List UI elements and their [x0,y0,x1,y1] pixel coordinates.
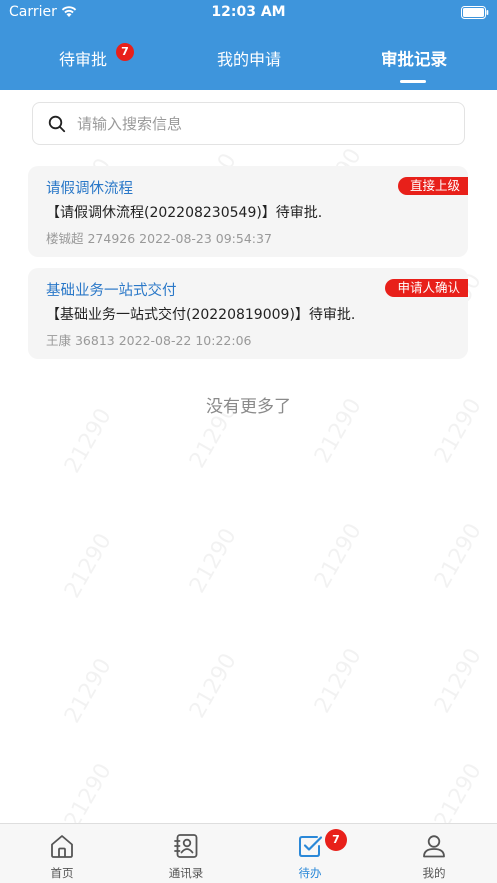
approval-record-card[interactable]: 基础业务一站式交付 申请人确认 【基础业务一站式交付(20220819009)】… [28,268,468,359]
todo-count-badge: 7 [325,829,347,851]
nav-label: 我的 [422,866,446,880]
search-box[interactable] [32,102,465,145]
watermark: 21290 [310,519,367,593]
record-description: 【请假调休流程(202208230549)】待审批. [46,205,323,221]
nav-label: 待办 [298,866,322,880]
record-meta: 王康 36813 2022-08-22 10:22:06 [46,333,252,348]
pending-count-badge: 7 [116,43,134,61]
active-tab-indicator [400,80,426,83]
home-icon [51,835,73,858]
record-meta: 楼铖超 274926 2022-08-23 09:54:37 [46,231,272,246]
record-title: 基础业务一站式交付 [46,283,177,299]
record-description: 【基础业务一站式交付(20220819009)】待审批. [46,307,356,323]
profile-icon [423,835,445,858]
nav-label: 通讯录 [168,866,204,880]
tab-my-applications[interactable]: 我的申请 [166,46,332,70]
tab-label: 我的申请 [216,50,281,69]
todo-check-icon [299,836,323,857]
search-icon [48,115,66,133]
tab-bar: 待审批 7 我的申请 审批记录 [0,40,497,88]
watermark: 21290 [60,759,117,833]
nav-home[interactable]: 首页 [0,824,124,883]
watermark: 21290 [185,649,242,723]
watermark: 21290 [60,529,117,603]
tab-label: 待审批 [58,50,107,69]
record-status-tag: 直接上级 [397,177,468,195]
app-header: Carrier 12:03 AM 待审批 7 我的申请 审批记录 [0,0,497,90]
tab-pending-approval[interactable]: 待审批 7 [0,43,166,70]
watermark: 21290 [310,644,367,718]
approval-record-card[interactable]: 请假调休流程 直接上级 【请假调休流程(202208230549)】待审批. 楼… [28,166,468,257]
bottom-nav: 首页 通讯录 7 待办 我的 [0,823,497,883]
tab-label: 审批记录 [381,50,447,69]
status-time: 12:03 AM [211,4,286,20]
no-more-indicator: 没有更多了 [206,397,291,417]
nav-label: 首页 [50,866,74,880]
nav-profile[interactable]: 我的 [372,824,496,883]
tab-approval-records[interactable]: 审批记录 [331,46,497,70]
search-input[interactable] [77,110,447,138]
battery-icon [461,6,489,19]
record-title: 请假调休流程 [46,181,133,197]
record-status-tag: 申请人确认 [385,279,468,297]
watermark: 21290 [185,524,242,598]
nav-todo[interactable]: 7 待办 [248,824,372,883]
watermark: 21290 [430,644,487,718]
nav-contacts[interactable]: 通讯录 [124,824,248,883]
contacts-icon [174,834,198,858]
watermark: 21290 [430,519,487,593]
watermark: 21290 [430,759,487,833]
watermark: 21290 [60,654,117,728]
status-bar: Carrier 12:03 AM [0,0,497,26]
